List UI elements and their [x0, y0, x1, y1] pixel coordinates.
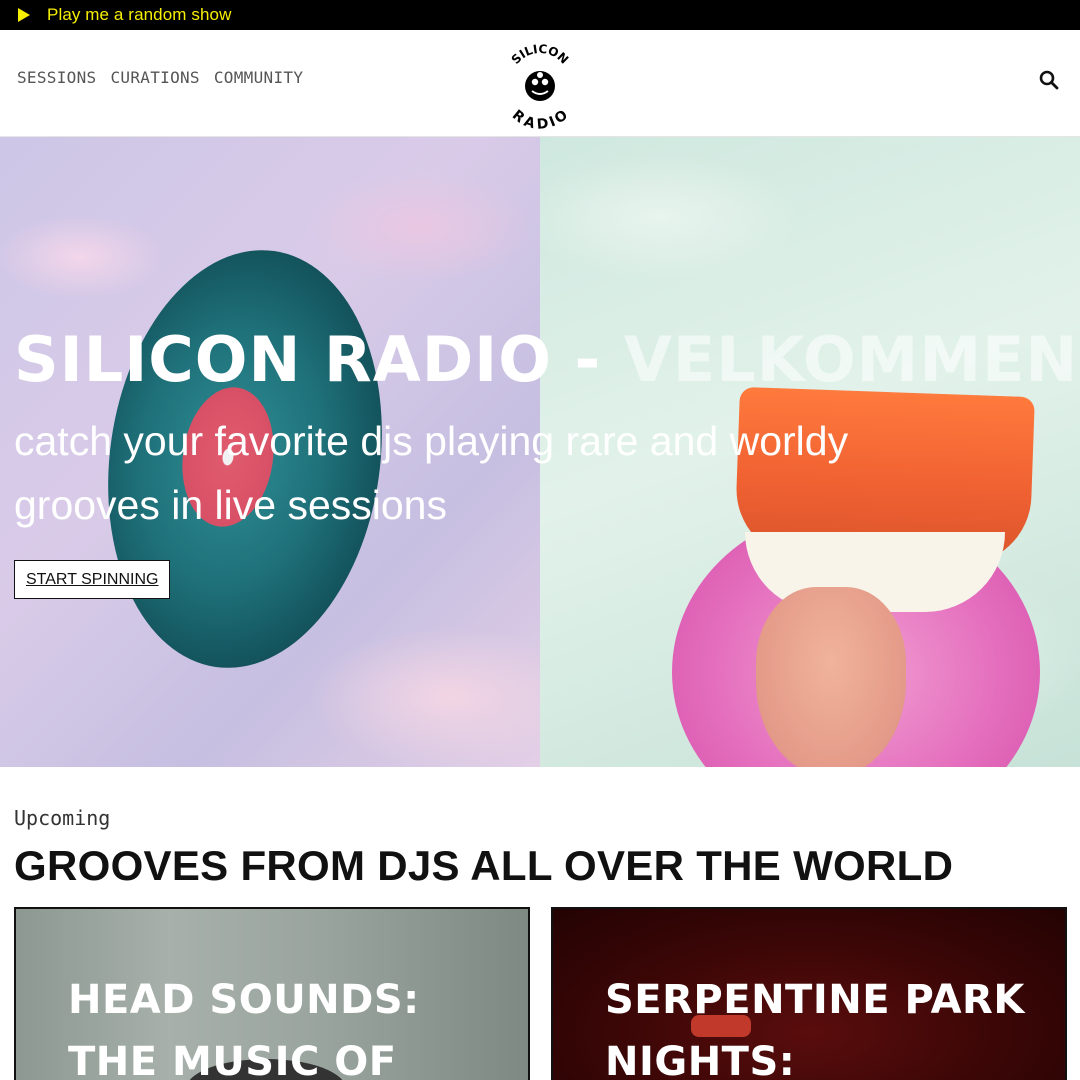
- show-card[interactable]: HEAD SOUNDS: THE MUSIC OF: [14, 907, 530, 1080]
- play-icon[interactable]: [18, 8, 30, 22]
- show-card[interactable]: SERPENTINE PARK NIGHTS:: [551, 907, 1067, 1080]
- nav-curations[interactable]: CURATIONS: [110, 68, 199, 87]
- hero-subtitle: catch your favorite djs playing rare and…: [14, 418, 849, 528]
- hero-title-main: SILICON RADIO -: [14, 323, 602, 396]
- svg-text:SILICON: SILICON: [509, 42, 572, 67]
- upcoming-title: GROOVES FROM DJS ALL OVER THE WORLD: [14, 842, 954, 889]
- random-show-label[interactable]: Play me a random show: [47, 5, 231, 25]
- random-show-bar[interactable]: Play me a random show: [0, 0, 1080, 30]
- upcoming-kicker: Upcoming: [14, 806, 111, 830]
- site-header: SESSIONS CURATIONS COMMUNITY SILICON RAD…: [0, 30, 1080, 137]
- silicon-radio-logo[interactable]: SILICON RADIO: [500, 40, 580, 130]
- search-icon[interactable]: [1038, 69, 1060, 91]
- start-spinning-button[interactable]: START SPINNING: [14, 560, 171, 599]
- show-card-title: HEAD SOUNDS: THE MUSIC OF: [68, 977, 420, 1080]
- svg-text:RADIO: RADIO: [509, 107, 571, 130]
- hero-title: SILICON RADIO - VELKOMMEN: [14, 323, 1078, 396]
- tongue: [756, 587, 906, 767]
- main-nav: SESSIONS CURATIONS COMMUNITY: [17, 68, 303, 87]
- nav-sessions[interactable]: SESSIONS: [17, 68, 96, 87]
- hero-title-faded: VELKOMMEN: [623, 323, 1079, 396]
- show-card-title: SERPENTINE PARK NIGHTS:: [605, 977, 1025, 1080]
- logo-bottom-text: RADIO: [509, 107, 571, 130]
- nav-community[interactable]: COMMUNITY: [214, 68, 303, 87]
- logo-top-text: SILICON: [509, 42, 572, 67]
- hero-banner: SILICON RADIO - VELKOMMEN catch your fav…: [0, 137, 1080, 767]
